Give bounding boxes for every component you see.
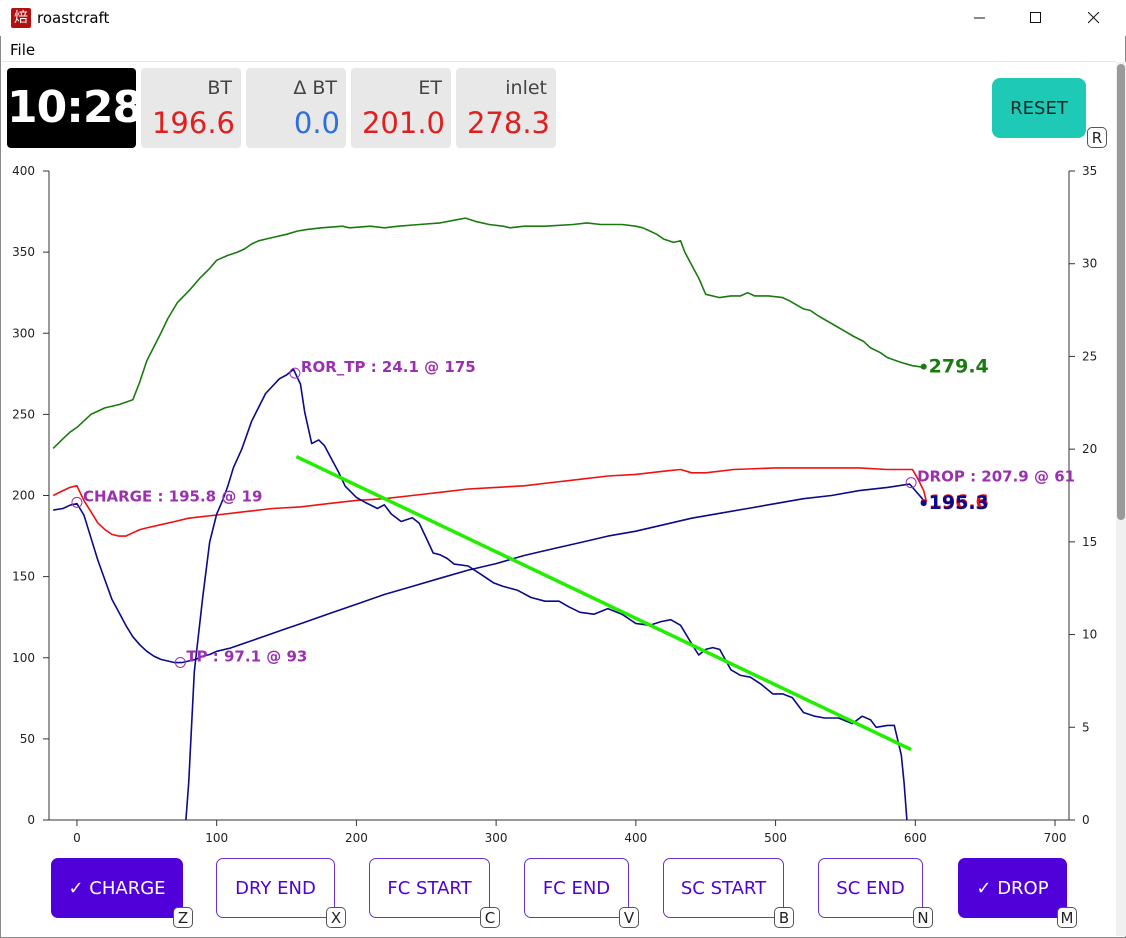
event-label: ROR_TP : 24.1 @ 175 <box>301 358 476 376</box>
y-tick-label-right: 5 <box>1082 720 1090 734</box>
fc-end-button[interactable]: FC END <box>524 858 629 918</box>
et-label: ET <box>418 77 442 99</box>
y-tick-label-right: 20 <box>1082 442 1097 456</box>
y-tick-label-left: 300 <box>12 326 35 340</box>
sc-end-shortcut-key: N <box>913 907 933 928</box>
y-tick-label-left: 100 <box>12 651 35 665</box>
bt-value: 196.6 <box>151 106 235 140</box>
bt-end-dot <box>920 500 927 507</box>
delta-bt-value: 0.0 <box>293 106 340 140</box>
y-tick-label-left: 0 <box>27 813 35 827</box>
y-tick-label-right: 35 <box>1082 164 1097 178</box>
y-tick-label-right: 25 <box>1082 349 1097 363</box>
close-button[interactable] <box>1066 0 1122 36</box>
inlet-series-line <box>52 217 924 449</box>
menu-divider <box>2 61 1116 62</box>
scrollbar-thumb[interactable] <box>1117 64 1125 520</box>
event-label: TP : 97.1 @ 93 <box>186 647 307 665</box>
dry-end-shortcut-key: X <box>326 907 346 928</box>
delta-bt-readout: Δ BT 0.0 <box>246 68 346 148</box>
et-readout: ET 201.0 <box>351 68 451 148</box>
et-value: 201.0 <box>361 106 445 140</box>
x-tick-label: 100 <box>205 831 228 845</box>
x-tick-label: 700 <box>1044 831 1067 845</box>
y-tick-label-left: 250 <box>12 407 35 421</box>
y-tick-label-right: 15 <box>1082 535 1097 549</box>
drop-shortcut-key: M <box>1057 907 1077 928</box>
inlet-value: 278.3 <box>466 106 550 140</box>
x-tick-label: 0 <box>73 831 81 845</box>
y-tick-label-left: 400 <box>12 164 35 178</box>
y-tick-label-right: 0 <box>1082 813 1090 827</box>
y-tick-label-right: 30 <box>1082 257 1097 271</box>
sc-end-button[interactable]: SC END <box>818 858 923 918</box>
minimize-button[interactable] <box>952 0 1008 36</box>
fc-start-shortcut-key: C <box>480 907 500 928</box>
delta-bt-label: Δ BT <box>293 77 337 99</box>
maximize-button[interactable] <box>1008 0 1064 36</box>
y-tick-label-right: 10 <box>1082 628 1097 642</box>
close-icon <box>1088 12 1100 24</box>
ror-trend-line <box>295 454 912 752</box>
sc-start-button[interactable]: SC START <box>663 858 784 918</box>
roast-timer: 10:28 <box>7 68 143 148</box>
fc-end-shortcut-key: V <box>619 907 639 928</box>
event-marker <box>71 496 83 508</box>
dry-end-button[interactable]: DRY END <box>216 858 335 918</box>
maximize-icon <box>1030 12 1041 23</box>
charge-button[interactable]: ✓ CHARGE <box>51 858 183 918</box>
bt-label: BT <box>207 77 232 99</box>
bt-readout: BT 196.6 <box>141 68 241 148</box>
ror-series-line <box>185 368 908 821</box>
title-bar: 焙 roastcraft <box>0 0 1126 36</box>
y-tick-label-left: 200 <box>12 489 35 503</box>
charge-shortcut-key: Z <box>173 907 193 928</box>
fc-start-button[interactable]: FC START <box>369 858 490 918</box>
reset-shortcut-key: R <box>1087 127 1107 148</box>
event-label: DROP : 207.9 @ 61 <box>917 468 1075 486</box>
reset-button[interactable]: RESET <box>992 78 1086 138</box>
drop-button[interactable]: ✓ DROP <box>958 858 1067 918</box>
x-tick-label: 200 <box>345 831 368 845</box>
bt-end-label: 195.3 <box>929 492 989 514</box>
minimize-icon <box>974 17 985 19</box>
inlet-label: inlet <box>505 77 547 99</box>
window-title: roastcraft <box>37 9 110 27</box>
x-tick-label: 600 <box>904 831 927 845</box>
inlet-readout: inlet 278.3 <box>456 68 556 148</box>
roast-profile-chart: 050100150200250300350400051015202530350 1… <box>12 164 1097 845</box>
x-tick-label: 400 <box>624 831 647 845</box>
bt-series-line <box>53 483 925 664</box>
inlet-end-label: 279.4 <box>929 356 989 378</box>
app-icon: 焙 <box>11 8 31 28</box>
x-tick-label: 500 <box>764 831 787 845</box>
y-tick-label-left: 150 <box>12 570 35 584</box>
sc-start-shortcut-key: B <box>774 907 794 928</box>
inlet-end-dot <box>920 363 927 370</box>
menu-file[interactable]: File <box>10 40 35 60</box>
menu-bar: File <box>0 37 1126 61</box>
event-label: CHARGE : 195.8 @ 19 <box>83 487 262 505</box>
x-tick-label: 300 <box>485 831 508 845</box>
y-tick-label-left: 350 <box>12 245 35 259</box>
y-tick-label-left: 50 <box>20 732 35 746</box>
